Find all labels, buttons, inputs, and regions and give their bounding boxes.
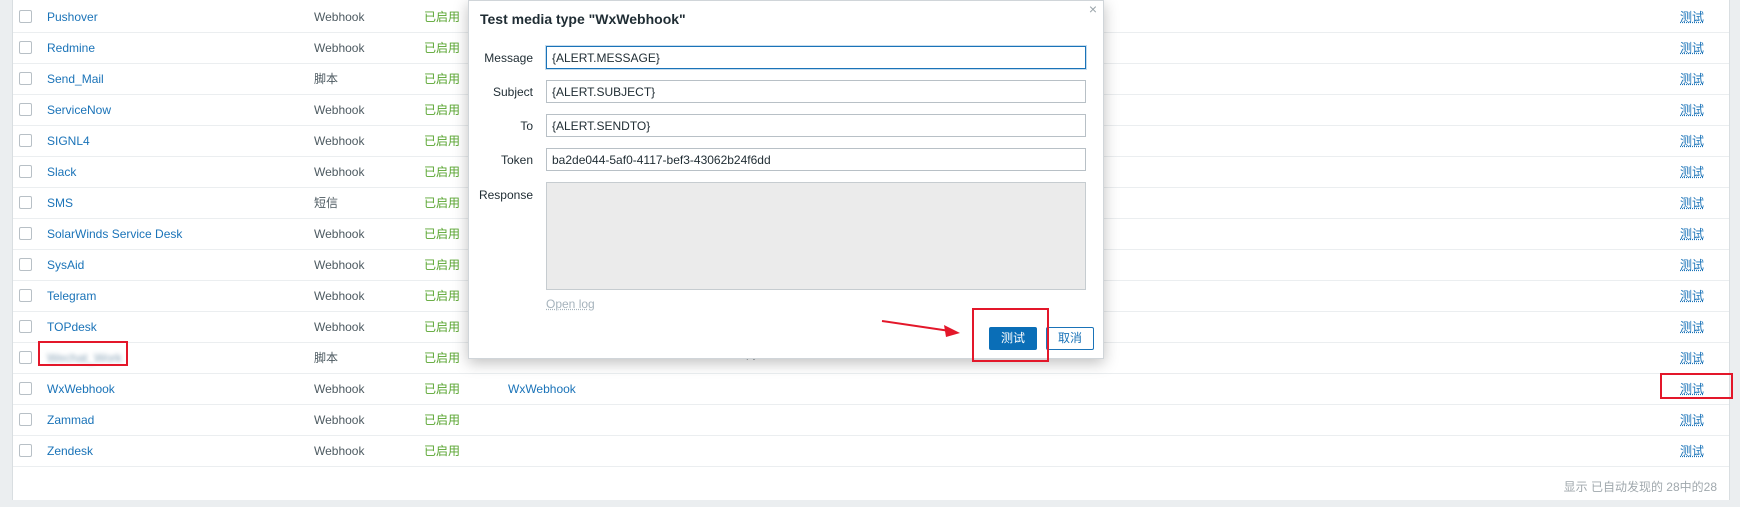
status-badge[interactable]: 已启用: [424, 352, 460, 365]
media-type-kind: Webhook: [314, 103, 365, 117]
status-badge[interactable]: 已启用: [424, 42, 460, 55]
status-badge[interactable]: 已启用: [424, 135, 460, 148]
status-badge[interactable]: 已启用: [424, 228, 460, 241]
media-type-name-link[interactable]: Zendesk: [47, 445, 93, 458]
media-type-name-link[interactable]: SolarWinds Service Desk: [47, 228, 182, 241]
status-badge[interactable]: 已启用: [424, 383, 460, 396]
row-checkbox[interactable]: [19, 196, 32, 209]
status-badge[interactable]: 已启用: [424, 414, 460, 427]
media-type-name-link[interactable]: Slack: [47, 166, 76, 179]
row-checkbox[interactable]: [19, 103, 32, 116]
row-checkbox[interactable]: [19, 41, 32, 54]
test-link[interactable]: 测试: [1680, 228, 1704, 241]
media-type-kind: Webhook: [314, 165, 365, 179]
table-row: Zammad Webhook 已启用 测试: [13, 405, 1729, 436]
test-link[interactable]: 测试: [1680, 42, 1704, 55]
response-label: Response: [478, 188, 533, 202]
test-media-type-dialog: Test media type "WxWebhook" × Message Su…: [468, 0, 1104, 359]
media-type-name-link[interactable]: Telegram: [47, 290, 96, 303]
media-type-name-link[interactable]: Pushover: [47, 11, 98, 24]
token-label: Token: [500, 153, 533, 167]
status-badge[interactable]: 已启用: [424, 290, 460, 303]
media-type-name-link[interactable]: TOPdesk: [47, 321, 97, 334]
media-type-name-link[interactable]: ServiceNow: [47, 104, 111, 117]
message-label: Message: [484, 51, 533, 65]
row-checkbox[interactable]: [19, 351, 32, 364]
arrow-icon: [881, 320, 960, 337]
test-link[interactable]: 测试: [1680, 352, 1704, 365]
media-type-kind: Webhook: [314, 413, 365, 427]
media-type-name-link[interactable]: Send_Mail: [47, 73, 104, 86]
table-footer: 显示 已自动发现的 28中的28: [13, 469, 1729, 499]
row-checkbox[interactable]: [19, 10, 32, 23]
test-link[interactable]: 测试: [1680, 321, 1704, 334]
test-link[interactable]: 测试: [1680, 11, 1704, 24]
dialog-title: Test media type "WxWebhook": [480, 11, 686, 27]
row-checkbox[interactable]: [19, 165, 32, 178]
media-type-kind: Webhook: [314, 134, 365, 148]
to-label: To: [520, 119, 533, 133]
row-checkbox[interactable]: [19, 413, 32, 426]
status-badge[interactable]: 已启用: [424, 445, 460, 458]
test-button[interactable]: 测试: [989, 327, 1037, 350]
media-type-kind: Webhook: [314, 258, 365, 272]
cancel-button[interactable]: 取消: [1046, 327, 1094, 350]
pagination-summary: 显示 已自动发现的 28中的28: [1563, 480, 1717, 494]
media-link[interactable]: WxWebhook: [508, 383, 576, 396]
status-badge[interactable]: 已启用: [424, 321, 460, 334]
test-link[interactable]: 测试: [1680, 445, 1704, 458]
media-type-name-link[interactable]: Redmine: [47, 42, 95, 55]
subject-field[interactable]: [546, 80, 1086, 103]
media-type-name-link[interactable]: SMS: [47, 197, 73, 210]
media-type-kind: Webhook: [314, 382, 365, 396]
media-type-kind: 脚本: [314, 72, 339, 86]
media-type-name-link[interactable]: SIGNL4: [47, 135, 90, 148]
test-link[interactable]: 测试: [1680, 166, 1704, 179]
test-link[interactable]: 测试: [1680, 414, 1704, 427]
media-type-kind: 脚本: [314, 351, 339, 365]
media-type-name-link[interactable]: Wechat_Work: [47, 352, 122, 365]
message-field[interactable]: [546, 46, 1086, 69]
test-link[interactable]: 测试: [1680, 73, 1704, 86]
row-checkbox[interactable]: [19, 227, 32, 240]
status-badge[interactable]: 已启用: [424, 197, 460, 210]
row-checkbox[interactable]: [19, 258, 32, 271]
media-type-name-link[interactable]: WxWebhook: [47, 383, 115, 396]
row-checkbox[interactable]: [19, 72, 32, 85]
row-checkbox[interactable]: [19, 382, 32, 395]
test-link[interactable]: 测试: [1680, 104, 1704, 117]
status-badge[interactable]: 已启用: [424, 259, 460, 272]
media-type-kind: 短信: [314, 196, 339, 210]
table-row: WxWebhook Webhook 已启用 WxWebhook 测试: [13, 374, 1729, 405]
row-checkbox[interactable]: [19, 289, 32, 302]
to-field[interactable]: [546, 114, 1086, 137]
test-link[interactable]: 测试: [1680, 197, 1704, 210]
close-icon[interactable]: ×: [1089, 1, 1097, 17]
media-type-kind: Webhook: [314, 227, 365, 241]
status-badge[interactable]: 已启用: [424, 166, 460, 179]
row-checkbox[interactable]: [19, 444, 32, 457]
row-checkbox[interactable]: [19, 134, 32, 147]
response-field[interactable]: [546, 182, 1086, 290]
open-log-link[interactable]: Open log: [546, 297, 595, 311]
test-link[interactable]: 测试: [1680, 135, 1704, 148]
media-type-kind: Webhook: [314, 320, 365, 334]
status-badge[interactable]: 已启用: [424, 73, 460, 86]
subject-label: Subject: [492, 85, 533, 99]
media-type-kind: Webhook: [314, 444, 365, 458]
media-type-name-link[interactable]: SysAid: [47, 259, 84, 272]
test-link[interactable]: 测试: [1680, 259, 1704, 272]
row-checkbox[interactable]: [19, 320, 32, 333]
test-link[interactable]: 测试: [1680, 290, 1704, 303]
table-row: Zendesk Webhook 已启用 测试: [13, 436, 1729, 467]
media-type-kind: Webhook: [314, 41, 365, 55]
media-type-name-link[interactable]: Zammad: [47, 414, 94, 427]
media-type-kind: Webhook: [314, 10, 365, 24]
token-field[interactable]: [546, 148, 1086, 171]
test-link[interactable]: 测试: [1680, 383, 1704, 396]
status-badge[interactable]: 已启用: [424, 11, 460, 24]
media-type-kind: Webhook: [314, 289, 365, 303]
status-badge[interactable]: 已启用: [424, 104, 460, 117]
